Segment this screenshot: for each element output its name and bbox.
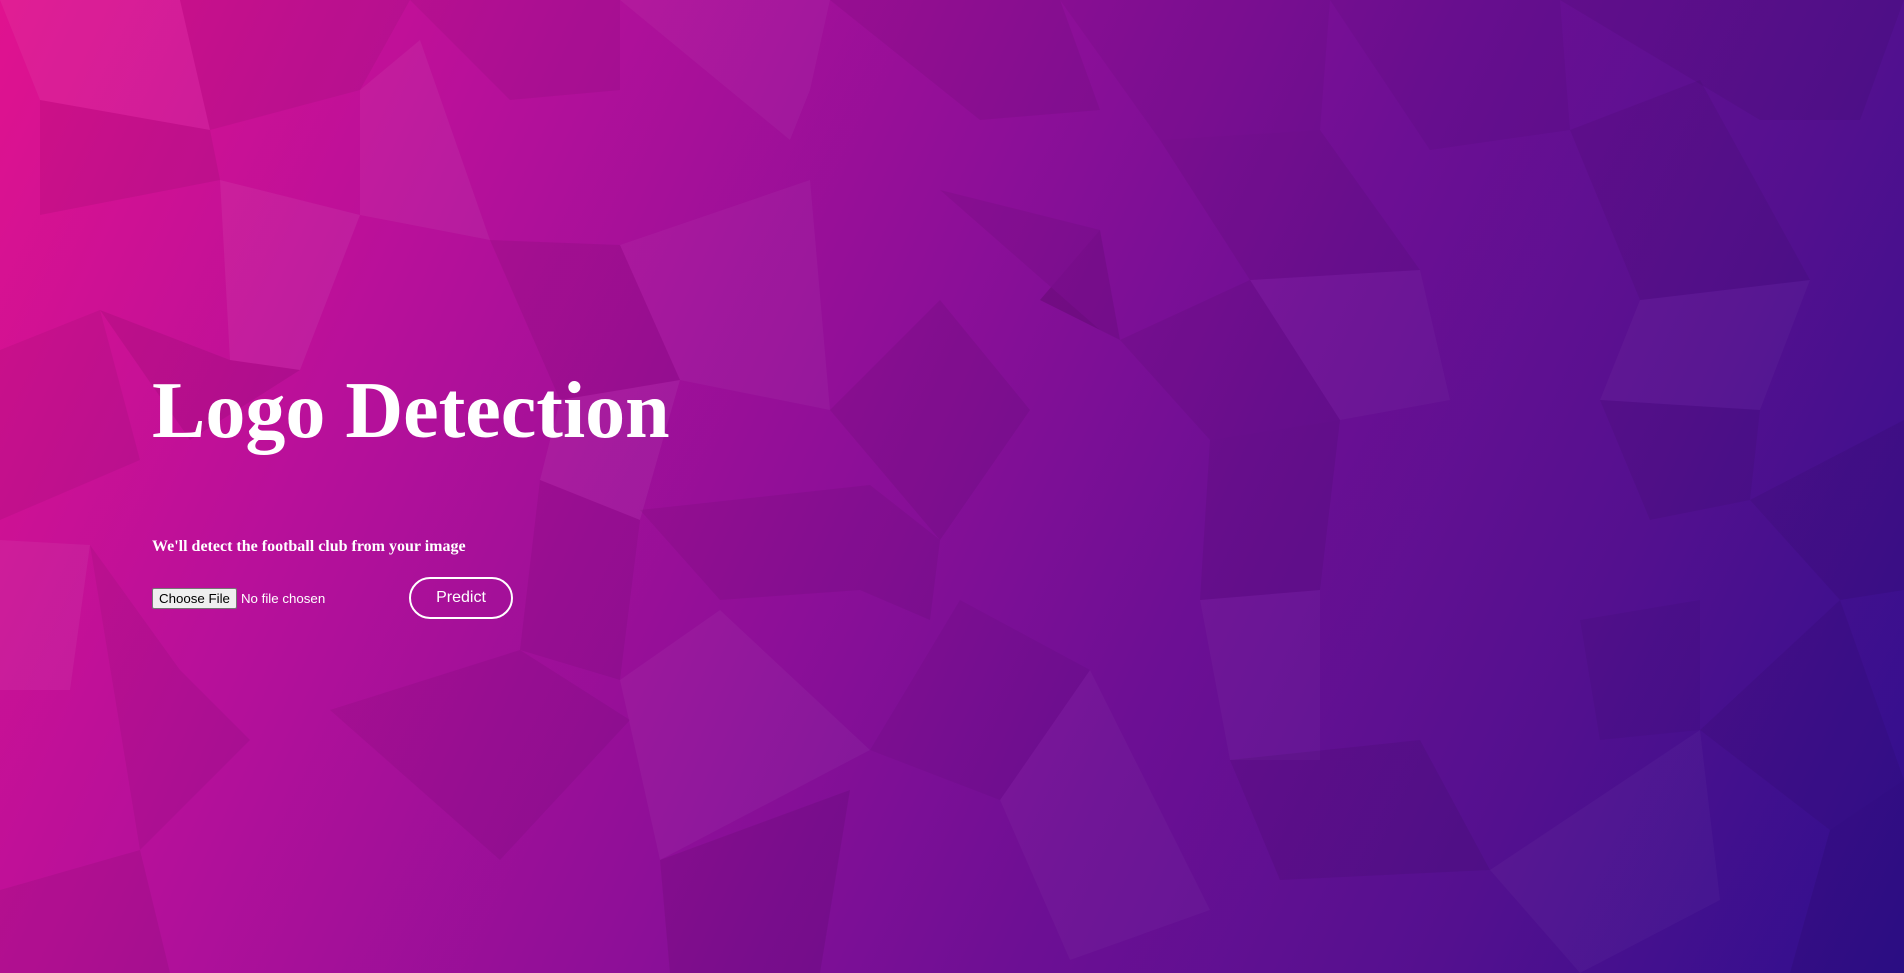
file-upload-input[interactable]: Choose File No file chosen xyxy=(152,588,325,609)
low-poly-background xyxy=(0,0,1904,973)
file-status-text: No file chosen xyxy=(240,591,326,606)
page-title: Logo Detection xyxy=(152,367,670,455)
page-subtitle: We'll detect the football club from your… xyxy=(152,538,466,555)
predict-button[interactable]: Predict xyxy=(409,577,513,619)
choose-file-button[interactable]: Choose File xyxy=(152,588,237,609)
